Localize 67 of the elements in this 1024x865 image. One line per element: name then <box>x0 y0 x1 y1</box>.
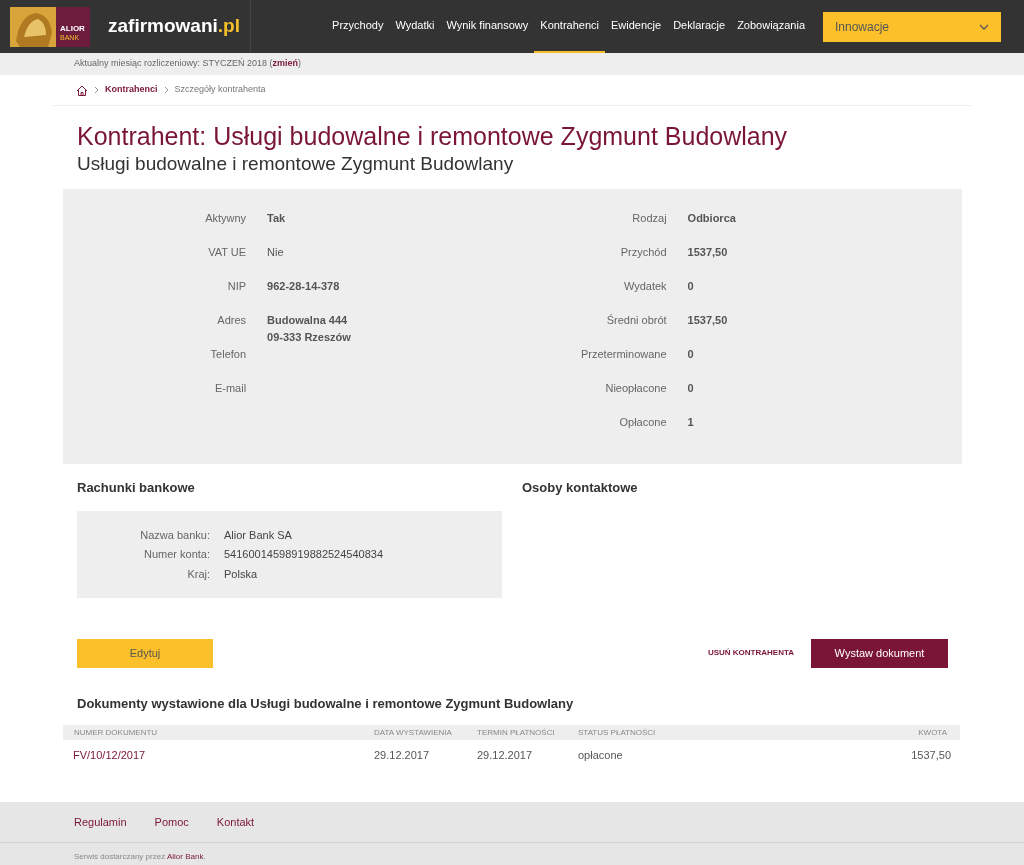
delete-contractor-link[interactable]: USUŃ KONTRAHENTA <box>707 647 794 659</box>
chevron-down-icon <box>979 23 989 30</box>
column-header: DATA WYSTAWIENIA <box>374 727 452 737</box>
field-value: Odbiorca <box>687 211 736 226</box>
field-label: Kraj: <box>186 566 210 582</box>
footer-link[interactable]: Kontakt <box>216 813 255 831</box>
section-heading: Osoby kontaktowe <box>522 479 638 497</box>
field-value: Tak <box>267 211 287 226</box>
table-cell: 29.12.2017 <box>374 748 430 761</box>
column-header: NUMER DOKUMENTU <box>74 727 158 737</box>
document-link[interactable]: FV/10/12/2017 <box>73 748 146 761</box>
nav-tab[interactable]: Ewidencje <box>605 0 668 53</box>
field-value: 1537,50 <box>687 313 729 328</box>
nav-tab[interactable]: Zobowiązania <box>731 0 811 53</box>
field-value: Budowalna 444 09-333 Rzeszów <box>267 313 352 345</box>
field-label: E-mail <box>213 381 247 396</box>
issue-document-button[interactable]: Wystaw dokument <box>811 638 948 668</box>
breadcrumb-item: Szczegóły kontrahenta <box>174 83 266 97</box>
field-label: Przeterminowane <box>581 347 667 362</box>
nav-tab[interactable]: Wydatki <box>389 0 441 53</box>
column-header: KWOTA <box>918 727 947 737</box>
field-label: Przychód <box>619 245 667 260</box>
field-label: Aktywny <box>204 211 247 226</box>
edit-button[interactable]: Edytuj <box>77 638 213 668</box>
brand-name[interactable]: zafirmowani.pl <box>108 12 248 41</box>
field-value: 0 <box>687 279 695 294</box>
field-label: Nazwa banku: <box>139 527 210 543</box>
table-cell: 1537,50 <box>911 748 951 761</box>
field-value: 1 <box>687 415 695 430</box>
page-subtitle: Usługi budowalne i remontowe Zygmunt Budowlany <box>77 152 515 176</box>
field-label: Rodzaj <box>631 211 667 226</box>
footer-text: Serwis dostarczany przez Alior Bank. <box>74 851 206 863</box>
nav-tab[interactable]: Deklaracje <box>667 0 732 53</box>
field-label: Wydatek <box>622 279 667 294</box>
table-cell: opłacone <box>578 748 623 761</box>
field-label: Telefon <box>209 347 247 362</box>
home-icon[interactable] <box>76 84 88 96</box>
chevron-icon <box>94 86 99 94</box>
field-label: VAT UE <box>207 245 247 260</box>
company-select[interactable]: Innowacje <box>823 11 1001 42</box>
field-label: Numer konta: <box>142 547 210 562</box>
documents-heading: Dokumenty wystawione dla Usługi budowalne i remontowe Zygmunt Budowlany <box>77 694 575 713</box>
footer-link[interactable]: Pomoc <box>154 813 189 831</box>
chevron-icon <box>163 86 169 94</box>
column-header: STATUS PŁATNOŚCI <box>578 727 656 737</box>
field-value: 1537,50 <box>687 245 729 260</box>
field-value: 0 <box>687 381 695 396</box>
page-title: Kontrahent: Usługi budowalne i remontowe Zygmunt Budowlany <box>77 121 789 152</box>
section-heading: Rachunki bankowe <box>77 479 196 497</box>
nav-tab[interactable]: Przychody <box>326 0 390 53</box>
field-value: 54160014598919882524540834 <box>224 547 385 562</box>
table-cell: 29.12.2017 <box>477 748 533 761</box>
field-label: Średni obrót <box>605 313 667 328</box>
nav-tab[interactable]: Wynik finansowy <box>440 0 535 53</box>
field-label: Nieopłacone <box>604 381 667 396</box>
breadcrumb-item[interactable]: Kontrahenci <box>105 83 158 97</box>
billing-month-text: Aktualny miesiąc rozliczeniowy: STYCZEŃ 2018 (zmień) <box>74 57 302 71</box>
field-value: Polska <box>224 566 259 582</box>
footer-link[interactable]: Regulamin <box>74 813 127 831</box>
field-value: 962-28-14-378 <box>267 279 341 294</box>
field-label: Opłacone <box>618 415 667 430</box>
field-label: NIP <box>226 279 247 294</box>
field-value: Nie <box>267 245 285 260</box>
field-value: 0 <box>687 347 695 362</box>
field-label: Adres <box>216 313 247 328</box>
field-value: Alior Bank SA <box>224 527 293 543</box>
column-header: TERMIN PŁATNOŚCI <box>477 727 555 737</box>
